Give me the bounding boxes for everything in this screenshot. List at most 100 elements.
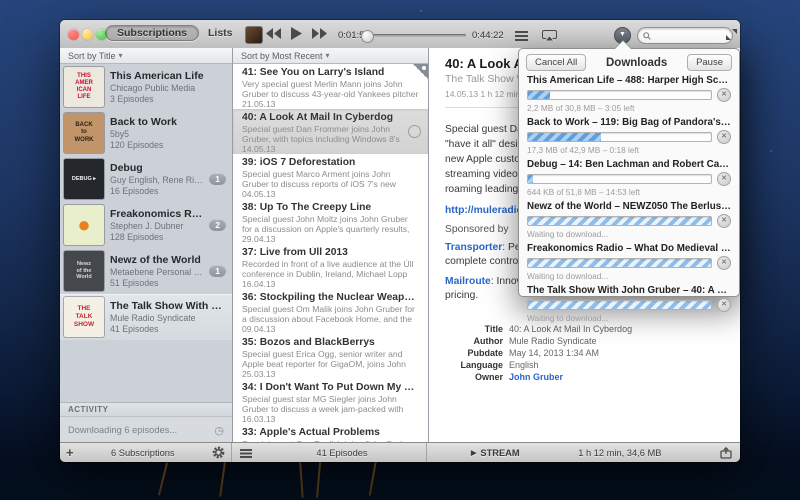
subscription-count: 3 Episodes (110, 94, 226, 104)
rewind-button[interactable] (266, 28, 281, 39)
cancel-download-button[interactable]: ✕ (717, 298, 731, 312)
download-item: This American Life – 488: Harper High Sc… (527, 75, 731, 113)
episode-list: 41: See You on Larry's Island Very speci… (233, 64, 428, 443)
download-item: Back to Work – 119: Big Bag of Pandora's… (527, 117, 731, 155)
subscription-this-american-life[interactable]: THIS AMER ICAN LIFE This American Life C… (60, 64, 232, 110)
subscription-the-talk-show[interactable]: THE TALK SHOW The Talk Show With John...… (60, 294, 232, 340)
episode-row-39[interactable]: 39: iOS 7 Deforestation Special guest Ma… (233, 154, 428, 199)
pause-button[interactable]: Pause (687, 54, 732, 71)
episode-row-41[interactable]: 41: See You on Larry's Island Very speci… (233, 64, 428, 109)
episode-date: 04.05.13 (242, 189, 419, 199)
episode-row-33[interactable]: 33: Apple's Actual Problems Special gues… (233, 424, 428, 443)
episode-title: 36: Stockpiling the Nuclear Weapons of..… (242, 292, 419, 304)
cancel-download-button[interactable]: ✕ (717, 88, 731, 102)
add-subscription-button[interactable]: + (66, 445, 74, 460)
reed (158, 462, 168, 495)
subscription-count: 128 Episodes (110, 232, 203, 242)
episode-date: 21.05.13 (242, 99, 419, 109)
episode-row-34[interactable]: 34: I Don't Want To Put Down My Drink Sp… (233, 379, 428, 424)
share-icon[interactable] (720, 447, 733, 459)
episode-row-35[interactable]: 35: Bozos and BlackBerrys Special guest … (233, 334, 428, 379)
fast-forward-button[interactable] (312, 28, 327, 39)
chevron-down-icon: ▾ (326, 51, 330, 60)
meta-value: Mule Radio Syndicate (509, 336, 597, 346)
episodes-sort-header[interactable]: Sort by Most Recent ▾ (233, 48, 428, 64)
episode-description: Special guest Dan Frommer joins John Gru… (242, 124, 419, 144)
download-progress-bar (527, 258, 712, 268)
play-button[interactable] (291, 27, 302, 40)
sponsor-link[interactable]: Transporter (445, 242, 502, 253)
podcast-artwork: ● (64, 205, 104, 245)
episode-date: 29.04.13 (242, 234, 419, 244)
stream-button[interactable]: ▶ STREAM (471, 448, 520, 458)
reed (369, 458, 378, 496)
close-window-button[interactable] (68, 29, 79, 40)
subscription-title: This American Life (110, 70, 226, 82)
remaining-time: 0:44:22 (472, 30, 504, 41)
activity-status-row[interactable]: Downloading 6 episodes... ◷ (60, 417, 232, 443)
episode-title: 38: Up To The Creepy Line (242, 202, 419, 214)
podcast-artwork: BACK to WORK (64, 113, 104, 153)
star (770, 150, 772, 152)
episode-row-40[interactable]: 40: A Look At Mail In Cyberdog Special g… (233, 109, 428, 154)
tab-subscriptions[interactable]: Subscriptions (105, 25, 199, 41)
progress-clock-icon: ◷ (214, 424, 224, 437)
download-progress-bar (527, 300, 712, 310)
download-title: This American Life – 488: Harper High Sc… (527, 75, 731, 86)
airplay-icon[interactable] (542, 30, 557, 41)
episode-row-36[interactable]: 36: Stockpiling the Nuclear Weapons of..… (233, 289, 428, 334)
download-item: The Talk Show With John Gruber – 40: A L… (527, 285, 731, 323)
subscription-back-to-work[interactable]: BACK to WORK Back to Work 5by5 120 Episo… (60, 110, 232, 156)
now-playing-artwork[interactable] (245, 26, 263, 44)
podcast-artwork: THE TALK SHOW (64, 297, 104, 337)
fullscreen-icon[interactable] (726, 29, 737, 40)
minimize-window-button[interactable] (82, 29, 93, 40)
cancel-all-button[interactable]: Cancel All (526, 54, 586, 71)
star (420, 10, 422, 12)
cancel-download-button[interactable]: ✕ (717, 214, 731, 228)
unplayed-badge: 2 (209, 219, 226, 231)
cancel-download-button[interactable]: ✕ (717, 172, 731, 186)
download-status: Waiting to download... (527, 271, 731, 281)
search-input[interactable] (654, 29, 727, 42)
tab-lists[interactable]: Lists (208, 27, 233, 39)
download-title: The Talk Show With John Gruber – 40: A L… (527, 285, 731, 296)
activity-header: ACTIVITY (60, 403, 232, 417)
cancel-download-button[interactable]: ✕ (717, 130, 731, 144)
search-field[interactable] (637, 27, 733, 44)
episode-list-icon[interactable] (240, 449, 252, 451)
activity-section: ACTIVITY Downloading 6 episodes... ◷ (60, 402, 232, 443)
subscription-freakonomics[interactable]: ● Freakonomics Radio Stephen J. Dubner 1… (60, 202, 232, 248)
subscription-title: Back to Work (110, 116, 226, 128)
episode-description: Very special guest Merlin Mann joins Joh… (242, 79, 419, 99)
meta-value: English (509, 360, 539, 370)
settings-gear-icon[interactable] (212, 446, 225, 459)
episode-size-info: 1 h 12 min, 34,6 MB (520, 448, 720, 458)
episode-description: Special guest Erica Ogg, senior writer a… (242, 349, 419, 369)
playback-slider[interactable] (362, 34, 466, 37)
download-status: 17,3 MB of 42,9 MB – 0:18 left (527, 145, 731, 155)
subscription-meta: The Talk Show With John... Mule Radio Sy… (110, 300, 226, 334)
queue-list-icon[interactable] (515, 31, 528, 33)
download-status: Waiting to download... (527, 313, 731, 323)
subscription-meta: Newz of the World Metaebene Personal Med… (110, 254, 203, 288)
cancel-download-button[interactable]: ✕ (717, 256, 731, 270)
subscription-title: Debug (110, 162, 203, 174)
meta-label: Title (445, 323, 503, 335)
episode-title: 40: A Look At Mail In Cyberdog (242, 112, 419, 124)
sponsor-link[interactable]: Mailroute (445, 276, 491, 287)
subscription-newz-of-the-world[interactable]: Newz of the World Newz of the World Meta… (60, 248, 232, 294)
download-progress-bar (527, 174, 712, 184)
activity-status-text: Downloading 6 episodes... (68, 425, 177, 435)
subscriptions-sidebar: Sort by Title ▾ THIS AMER ICAN LIFE This… (60, 48, 233, 443)
subscription-debug[interactable]: DEBUG ▸ Debug Guy English, Rene Ritchie … (60, 156, 232, 202)
episodes-sort-label: Sort by Most Recent (241, 51, 323, 61)
episode-row-37[interactable]: 37: Live from Úll 2013 Recorded in front… (233, 244, 428, 289)
download-title: Back to Work – 119: Big Bag of Pandora's… (527, 117, 731, 128)
subscription-title: Newz of the World (110, 254, 203, 266)
sidebar-sort-header[interactable]: Sort by Title ▾ (60, 48, 232, 64)
playback-slider-knob[interactable] (361, 30, 374, 43)
owner-link[interactable]: John Gruber (509, 372, 563, 382)
meta-value: 40: A Look At Mail In Cyberdog (509, 324, 632, 334)
episode-row-38[interactable]: 38: Up To The Creepy Line Special guest … (233, 199, 428, 244)
